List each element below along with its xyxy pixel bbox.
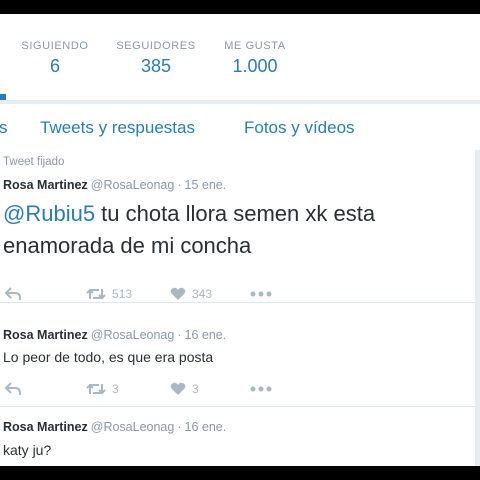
stat-likes[interactable]: ME GUSTA 1.000 [222, 40, 288, 77]
stat-likes-label: ME GUSTA [224, 40, 286, 52]
tweet[interactable]: Rosa Martinez @RosaLeonag · 16 ene. Lo peor… [0, 314, 475, 407]
author-handle[interactable]: @RosaLeonag [91, 420, 175, 434]
reply-button[interactable] [5, 379, 21, 399]
tweet-text-line1: tu chota llora semen xk esta [95, 201, 376, 226]
reply-icon [5, 287, 21, 300]
retweet-button[interactable]: 3 [86, 379, 119, 399]
separator-dot: · [177, 420, 182, 434]
stat-followers-label: SEGUIDORES [116, 40, 196, 52]
tab-tweets[interactable]: s [0, 118, 8, 138]
retweet-count: 3 [112, 382, 119, 396]
more-icon [250, 291, 272, 297]
retweet-count: 513 [112, 287, 133, 301]
tweet-header: Rosa Martinez @RosaLeonag · 16 ene. [3, 328, 226, 342]
stat-following[interactable]: SIGUIENDO 6 [20, 40, 90, 77]
stat-following-value: 6 [49, 56, 60, 76]
reply-icon [5, 382, 21, 395]
retweet-icon [86, 383, 106, 395]
tab-tweets-and-replies[interactable]: Tweets y respuestas [40, 118, 195, 138]
tweet-pinned[interactable]: Tweet fijado Rosa Martinez @RosaLeonag · 15… [0, 150, 475, 303]
profile-stats-bar: SIGUIENDO 6 SEGUIDORES 385 ME GUSTA 1.00… [0, 14, 480, 101]
separator-dot: · [177, 178, 182, 192]
reply-button[interactable] [5, 284, 21, 304]
tweet-text-line2: enamorada de mi concha [3, 233, 252, 258]
author-name[interactable]: Rosa Martinez [3, 178, 88, 192]
tweet-text: Lo peor de todo, es que era posta [3, 349, 214, 365]
profile-screen: SIGUIENDO 6 SEGUIDORES 385 ME GUSTA 1.00… [0, 14, 480, 466]
tweet-text: @Rubiu5 tu chota llora semen xk esta ena… [3, 198, 375, 262]
tweet-actions: 513 343 [0, 284, 475, 308]
page-background-edge [475, 150, 480, 466]
tweet-actions: 3 3 [0, 379, 475, 403]
heart-icon [170, 287, 186, 300]
author-handle[interactable]: @RosaLeonag [91, 178, 175, 192]
retweet-button[interactable]: 513 [86, 284, 132, 304]
stat-followers-value: 385 [140, 56, 172, 76]
like-button[interactable]: 3 [170, 379, 199, 399]
stat-followers[interactable]: SEGUIDORES 385 [115, 40, 197, 77]
separator-dot: · [177, 328, 182, 342]
heart-icon [170, 382, 186, 395]
mention-link[interactable]: @Rubiu5 [3, 201, 95, 226]
author-handle[interactable]: @RosaLeonag [91, 328, 175, 342]
retweet-icon [86, 288, 106, 300]
active-tab-indicator [0, 94, 6, 100]
more-icon [250, 386, 272, 392]
author-name[interactable]: Rosa Martinez [3, 420, 88, 434]
tweet-date[interactable]: 16 ene. [185, 328, 227, 342]
tweet-date[interactable]: 15 ene. [185, 178, 227, 192]
stat-likes-value: 1.000 [232, 56, 278, 76]
pinned-tweet-label: Tweet fijado [3, 156, 65, 168]
like-button[interactable]: 343 [170, 284, 212, 304]
like-count: 343 [192, 287, 213, 301]
profile-tabs: s Tweets y respuestas Fotos y vídeos [0, 104, 480, 151]
more-button[interactable] [250, 284, 272, 304]
tab-photos-and-videos[interactable]: Fotos y vídeos [244, 118, 355, 138]
timeline: Tweet fijado Rosa Martinez @RosaLeonag · 15… [0, 150, 475, 466]
tweet[interactable]: Rosa Martinez @RosaLeonag · 16 ene. katy ju… [0, 408, 475, 466]
tweet-header: Rosa Martinez @RosaLeonag · 16 ene. [3, 420, 226, 434]
tweet-header: Rosa Martinez @RosaLeonag · 15 ene. [3, 178, 226, 192]
stat-following-label: SIGUIENDO [21, 40, 89, 52]
more-button[interactable] [250, 379, 272, 399]
tweet-text: katy ju? [3, 442, 52, 458]
tweet-date[interactable]: 16 ene. [185, 420, 227, 434]
like-count: 3 [192, 382, 199, 396]
author-name[interactable]: Rosa Martinez [3, 328, 88, 342]
